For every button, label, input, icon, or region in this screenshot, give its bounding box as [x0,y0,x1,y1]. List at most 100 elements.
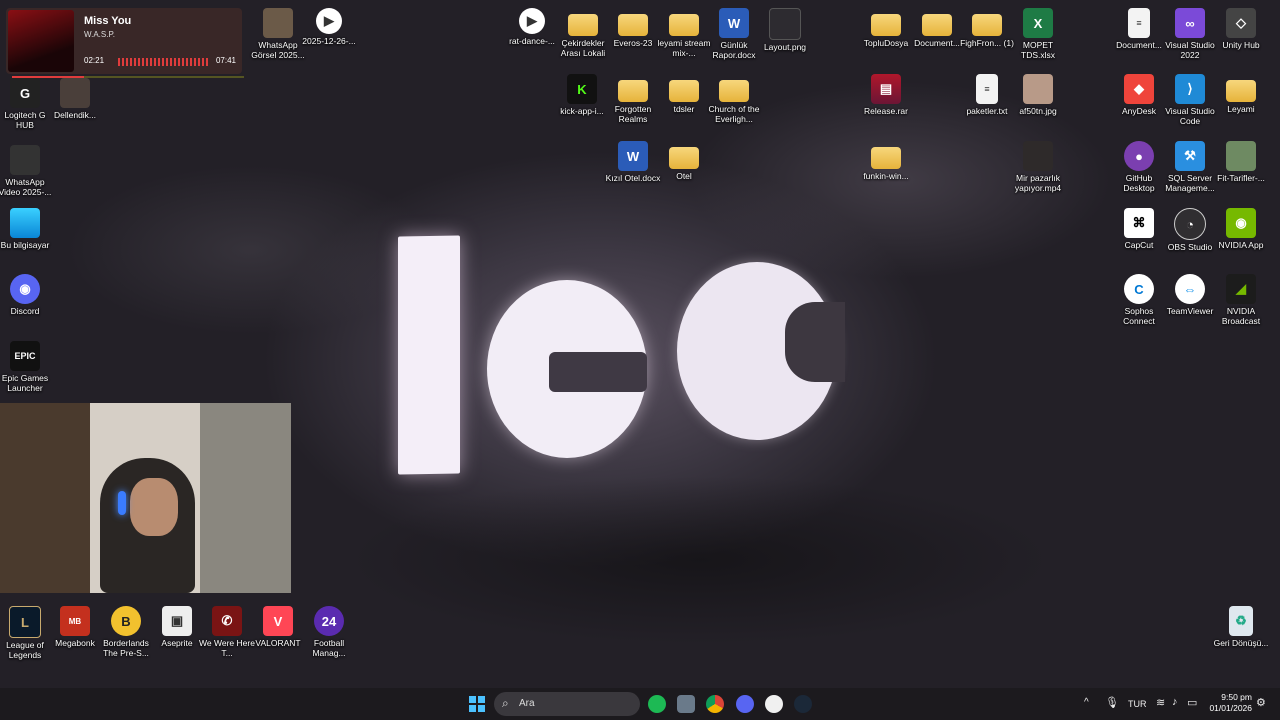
desktop-icon-release-rar[interactable]: ▤ Release.rar [857,74,915,116]
track-title: Miss You [84,15,132,27]
desktop-icon-funkin-win[interactable]: funkin-win... [857,141,915,181]
capcut-icon: ⌘ [1124,208,1154,238]
clock-time: 9:50 pm [1221,692,1252,702]
recycle-bin-icon: ♻ [1229,606,1253,636]
kick-icon: K [567,74,597,104]
language-indicator[interactable]: TUR [1128,699,1147,709]
lol-icon: L [9,606,41,638]
discord-icon[interactable] [736,695,754,713]
discord-icon: ◉ [10,274,40,304]
desktop-icon-megabonk[interactable]: MB Megabonk [46,606,104,648]
desktop-icon-mir-pazarlik[interactable]: Mir pazarlık yapıyor.mp4 [1009,141,1067,193]
desktop-icon-whatsapp-video[interactable]: WhatsApp Video 2025-... [0,145,54,197]
video-file-icon: ▶ [519,8,545,34]
desktop-icon-mopet-tds[interactable]: X MOPET TDS.xlsx [1009,8,1067,60]
logo-letter-e [487,280,647,458]
desktop-icon-gunluk-rapor[interactable]: W Günlük Rapor.docx [705,8,763,60]
logo-letter-l [398,235,460,475]
chrome-icon[interactable] [706,695,724,713]
folder-icon [669,80,699,102]
desktop-icon-sql-server[interactable]: ⚒ SQL Server Manageme... [1161,141,1219,193]
desktop-icon-forgotten-realms[interactable]: Forgotten Realms [604,74,662,124]
desktop-icon-nvidia-app[interactable]: ◉ NVIDIA App [1212,208,1270,250]
desktop-icon-everos-23[interactable]: Everos-23 [604,8,662,48]
desktop-icon-leyami[interactable]: Leyami [1212,74,1270,114]
desktop-icon-toplu-dosya[interactable]: TopluDosya [857,8,915,48]
unity-icon: ◇ [1226,8,1256,38]
document-icon: ≡ [1128,8,1150,38]
desktop-icon-football-manager[interactable]: 24 Football Manag... [300,606,358,658]
megabonk-icon: MB [60,606,90,636]
windows-start-icon[interactable] [469,696,485,712]
wifi-icon[interactable]: ≋ [1156,696,1165,709]
desktop-icon-epic-games[interactable]: EPIC Epic Games Launcher [0,341,54,393]
waveform[interactable] [118,58,210,66]
desktop-icon-layout-png[interactable]: Layout.png [756,8,814,52]
desktop-icon-nvidia-broadcast[interactable]: ◢ NVIDIA Broadcast [1212,274,1270,326]
desktop-icon-teamviewer[interactable]: ⇔ TeamViewer [1161,274,1219,316]
desktop-icon-unity-hub[interactable]: ◇ Unity Hub [1212,8,1270,50]
image-icon [769,8,801,40]
taskbar-clock[interactable]: 9:50 pm 01/01/2026 [1209,692,1252,714]
desktop-icon-anydesk[interactable]: ◆ AnyDesk [1110,74,1168,116]
anydesk-icon: ◆ [1124,74,1154,104]
battery-icon[interactable]: ▭ [1187,696,1197,709]
desktop-icon-paketler-txt[interactable]: ≡ paketler.txt [958,74,1016,116]
desktop-icon-valorant[interactable]: V VALORANT [249,606,307,648]
desktop-icon-whatsapp-gorsel[interactable]: WhatsApp Görsel 2025... [249,8,307,60]
borderlands-icon: B [111,606,141,636]
webcam-face [130,478,178,536]
desktop-icon-2025-12-26[interactable]: ▶ 2025-12-26-... [300,8,358,46]
desktop-icon-visual-studio-2022[interactable]: ∞ Visual Studio 2022 [1161,8,1219,60]
desktop-icon-church[interactable]: Church of the Everligh... [705,74,763,124]
folder-icon [1226,80,1256,102]
obs-icon: ◔ [1174,208,1206,240]
desktop-icon-document-right[interactable]: ≡ Document... [1110,8,1168,50]
microphone-icon[interactable]: 🎙 [1105,696,1119,709]
desktop-icon-rat-dance[interactable]: ▶ rat-dance-... [503,8,561,46]
desktop-icon-fit-tarifler[interactable]: Fit-Tarifler-... [1212,141,1270,183]
excel-icon: X [1023,8,1053,38]
chevron-up-icon[interactable]: ^ [1084,697,1089,708]
webcam-headphone [118,491,126,515]
desktop-icon-kizil-otel[interactable]: W Kızıl Otel.docx [604,141,662,183]
video-file-icon [1023,141,1053,171]
desktop-icon-otel[interactable]: Otel [655,141,713,181]
folder-icon [618,14,648,36]
desktop-icon-this-pc[interactable]: Bu bilgisayar [0,208,54,250]
image-icon [60,78,90,108]
valorant-icon: V [263,606,293,636]
volume-icon[interactable]: ♪ [1172,696,1178,708]
search-icon: ⌕ [502,696,509,710]
taskbar-search-box[interactable]: ⌕ Ara [494,692,640,716]
desktop-icon-discord[interactable]: ◉ Discord [0,274,54,316]
steam-icon[interactable] [794,695,812,713]
desktop-icon-borderlands[interactable]: B Borderlands The Pre-S... [97,606,155,658]
folder-icon [669,147,699,169]
desktop-icon-sophos-connect[interactable]: C Sophos Connect [1110,274,1168,326]
nvidia-icon: ◉ [1226,208,1256,238]
desktop-icon-capcut[interactable]: ⌘ CapCut [1110,208,1168,250]
settings-icon[interactable] [677,695,695,713]
folder-icon [669,14,699,36]
desktop-icon-dellendik[interactable]: Dellendik... [46,78,104,120]
media-player-widget[interactable]: Miss You W.A.S.P. 02:21 07:41 [6,8,244,78]
spotify-icon[interactable] [648,695,666,713]
desktop-icon-kick-app[interactable]: K kick-app-i... [553,74,611,116]
sql-server-icon: ⚒ [1175,141,1205,171]
desktop-icon-github-desktop[interactable]: ● GitHub Desktop [1110,141,1168,193]
github-icon[interactable] [765,695,783,713]
notification-bell-icon[interactable]: ⚙ [1256,696,1266,709]
folder-icon [618,80,648,102]
desktop-icon-af50tn[interactable]: af50tn.jpg [1009,74,1067,116]
desktop-icon-recycle-bin[interactable]: ♻ Geri Dönüşü... [1212,606,1270,648]
desktop-icon-vscode[interactable]: ⟩ Visual Studio Code [1161,74,1219,126]
desktop-icon-obs-studio[interactable]: ◔ OBS Studio [1161,208,1219,252]
folder-icon [972,14,1002,36]
desktop-icon-we-were-here[interactable]: ✆ We Were Here T... [198,606,256,658]
desktop-icon-fighfron[interactable]: FighFron... (1) [958,8,1016,48]
folder-icon [871,14,901,36]
aseprite-icon: ▣ [162,606,192,636]
image-icon [1226,141,1256,171]
football-manager-icon: 24 [314,606,344,636]
